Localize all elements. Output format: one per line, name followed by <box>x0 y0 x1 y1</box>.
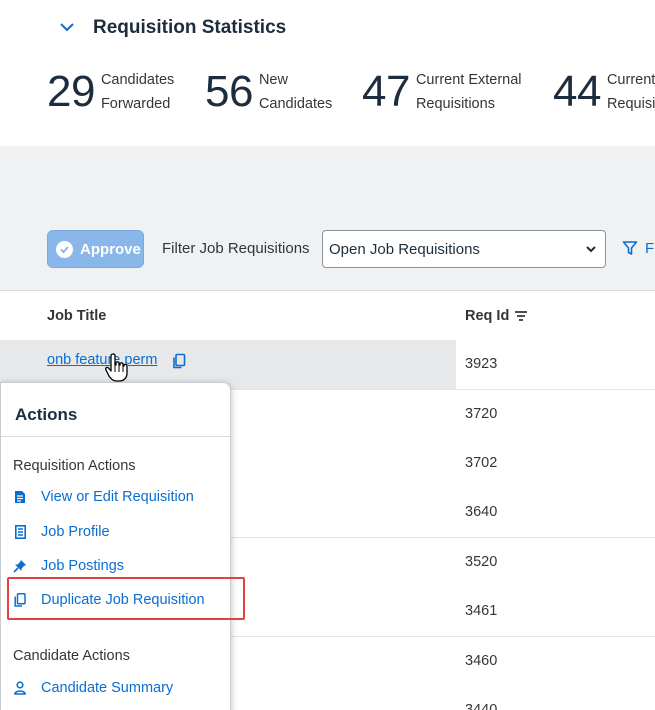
menu-item-job-profile[interactable]: Job Profile <box>13 524 110 540</box>
candidate-actions-heading: Candidate Actions <box>13 648 130 664</box>
approve-label: Approve <box>80 240 141 258</box>
filter-label: Filter Job Requisitions <box>162 240 310 257</box>
copy-icon <box>13 593 27 607</box>
req-id-cell: 3702 <box>465 455 498 471</box>
menu-item-candidate-summary[interactable]: Candidate Summary <box>13 680 173 696</box>
req-id-cell: 3520 <box>465 554 498 570</box>
stat-value: 29 <box>47 67 95 116</box>
menu-item-label: Candidate Summary <box>41 680 174 696</box>
req-id-cell: 3640 <box>465 504 498 520</box>
stat-current-external-requisitions[interactable]: 47 Current External Requisitions <box>362 68 546 116</box>
req-id-cell: 3720 <box>465 406 498 422</box>
menu-item-view-edit-requisition[interactable]: View or Edit Requisition <box>13 489 194 505</box>
requisition-actions-heading: Requisition Actions <box>13 458 136 474</box>
stat-label: Current External Requisitions <box>415 72 522 112</box>
copy-icon[interactable] <box>172 353 186 369</box>
actions-popover: Actions Requisition Actions View or Edit… <box>0 382 231 710</box>
menu-item-label: View or Edit Requisition <box>41 489 194 505</box>
job-title-link[interactable]: onb feature perm <box>47 352 157 368</box>
stat-value: 56 <box>205 67 253 116</box>
pushpin-icon <box>13 559 27 573</box>
req-id-cell: 3923 <box>465 356 498 372</box>
actions-title: Actions <box>15 405 78 424</box>
stat-value: 47 <box>362 67 410 116</box>
column-header-job-title[interactable]: Job Title <box>47 308 106 324</box>
profile-grid-icon <box>13 525 27 539</box>
column-header-req-id[interactable]: Req Id <box>465 308 528 324</box>
divider <box>1 436 230 437</box>
menu-item-label: Job Postings <box>41 558 125 574</box>
menu-item-label: Job Profile <box>41 524 110 540</box>
req-id-cell: 3461 <box>465 603 498 619</box>
filter-select-value: Open Job Requisitions <box>329 240 480 258</box>
menu-item-label: Duplicate Job Requisition <box>41 592 205 608</box>
menu-item-job-postings[interactable]: Job Postings <box>13 558 124 574</box>
sort-icon <box>515 311 528 321</box>
requisition-statistics-panel: Requisition Statistics 29 Candidates Forw… <box>0 0 655 146</box>
stat-value: 44 <box>553 67 601 116</box>
stat-candidates-forwarded[interactable]: 29 Candidates Forwarded <box>47 68 231 116</box>
approve-button[interactable]: Approve <box>47 230 144 268</box>
stat-label: CurrentRequisitions <box>606 72 655 112</box>
req-id-cell: 3460 <box>465 653 498 669</box>
req-id-cell: 3440 <box>465 702 498 710</box>
stat-current-requisitions[interactable]: 44 CurrentRequisitions <box>553 68 655 116</box>
document-icon <box>13 490 27 504</box>
menu-item-duplicate-job-requisition[interactable]: Duplicate Job Requisition <box>13 592 205 608</box>
filter-funnel-icon[interactable] <box>622 240 638 256</box>
chevron-down-icon[interactable] <box>58 18 76 36</box>
filter-select[interactable]: Open Job Requisitions <box>322 230 606 268</box>
filter-link[interactable]: Fi <box>645 240 655 257</box>
toolbar-band <box>0 146 655 290</box>
checkmark-circle-icon <box>56 240 73 258</box>
caret-down-icon <box>586 246 596 253</box>
statistics-title: Requisition Statistics <box>93 17 287 38</box>
person-icon <box>13 681 27 695</box>
